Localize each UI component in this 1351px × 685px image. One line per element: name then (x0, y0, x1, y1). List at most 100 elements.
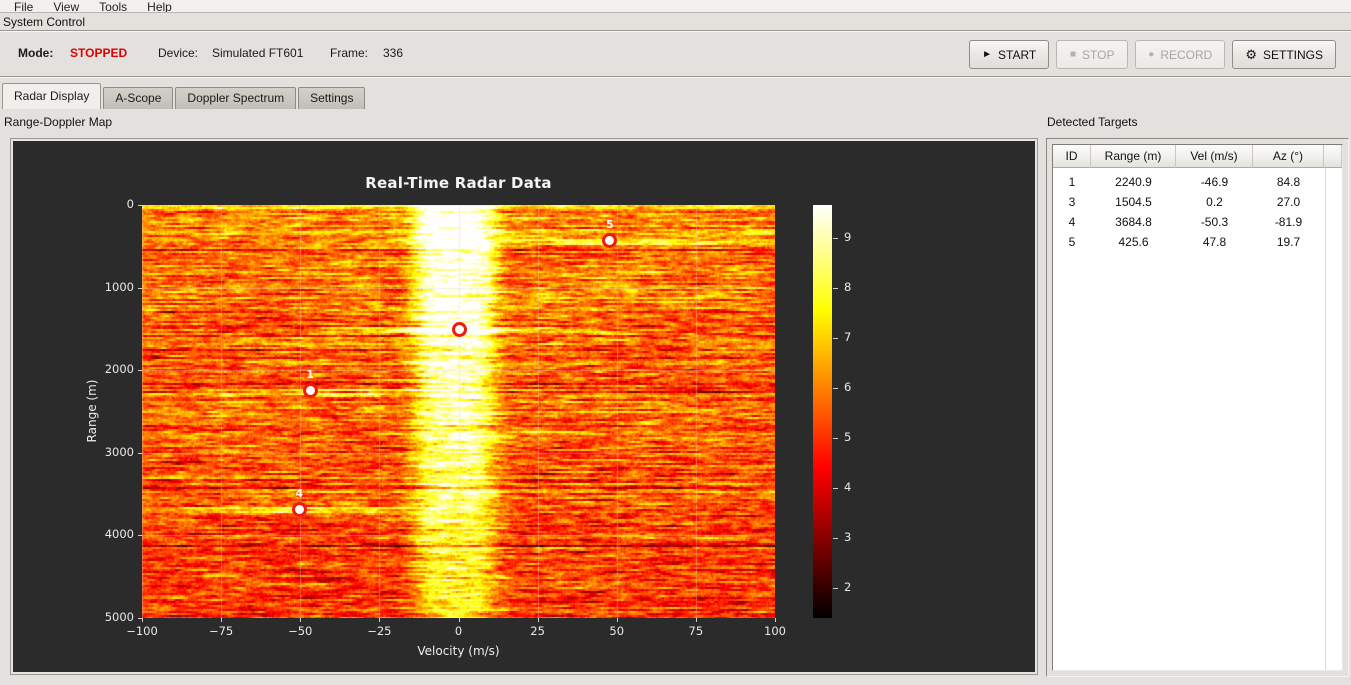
x-tick-label: −25 (367, 624, 392, 638)
target-marker (602, 232, 618, 248)
table-cell: 3684.8 (1115, 215, 1152, 229)
colorbar-tick-label: 7 (844, 329, 852, 344)
colorbar-tick-mark (833, 387, 838, 389)
button-label: START (998, 47, 1037, 62)
frame-label: Frame: (330, 46, 369, 60)
colorbar-tick-mark (833, 487, 838, 489)
menu-item-file[interactable]: File (4, 0, 43, 12)
table-row[interactable]: 4 3684.8 -50.3 -81.9 (1053, 212, 1342, 232)
table-row[interactable]: 3 1504.5 0.2 27.0 (1053, 192, 1342, 212)
record-icon: ● (1148, 48, 1155, 60)
stop-icon: ■ (1070, 48, 1077, 60)
radar-app-window: File View Tools Help System Control Mode: S… (0, 0, 1351, 685)
groupbox-bottom-border (0, 76, 1351, 78)
colorbar-tick-label: 3 (844, 529, 852, 544)
system-control-group-title: System Control (3, 15, 86, 29)
target-marker (291, 501, 307, 517)
table-cell: 27.0 (1276, 195, 1301, 209)
x-tick-mark (695, 618, 697, 622)
colorbar-tick-mark (833, 537, 838, 539)
x-tick-mark (300, 618, 302, 622)
y-tick-mark (138, 452, 142, 454)
colorbar (813, 205, 832, 618)
start-button[interactable]: ► START (969, 40, 1050, 69)
range-doppler-map-title: Range-Doppler Map (4, 115, 113, 129)
y-tick-mark (138, 535, 142, 537)
menu-item-help[interactable]: Help (137, 0, 182, 12)
y-tick-label: 0 (126, 197, 134, 211)
button-label: SETTINGS (1262, 47, 1323, 62)
x-tick-label: −50 (288, 624, 313, 638)
column-header-range-m[interactable]: Range (m) (1091, 145, 1176, 168)
colorbar-tick-mark (833, 437, 838, 439)
target-marker-label: 4 (295, 487, 304, 501)
column-header-id[interactable]: ID (1053, 145, 1091, 168)
table-header-row: ID Range (m) Vel (m/s) Az (°) (1053, 145, 1342, 168)
colorbar-tick-label: 2 (844, 579, 852, 594)
table-cell: -50.3 (1200, 215, 1229, 229)
detected-targets-panel: ID Range (m) Vel (m/s) Az (°) 1 2240.9 -46.9 8… (1046, 138, 1349, 677)
y-tick-label: 5000 (104, 610, 134, 624)
menu-item-view[interactable]: View (43, 0, 89, 12)
table-cell: 425.6 (1118, 235, 1149, 249)
x-tick-label: 75 (688, 624, 704, 638)
column-header-filler (1324, 145, 1342, 168)
tab-settings[interactable]: Settings (298, 87, 366, 109)
table-cell: 1504.5 (1115, 195, 1152, 209)
table-row[interactable]: 1 2240.9 -46.9 84.8 (1053, 172, 1342, 192)
colorbar-tick-label: 6 (844, 379, 852, 394)
x-tick-mark (458, 618, 460, 622)
range-doppler-panel: Real-Time Radar Data Velocity (m/s) Rang… (10, 138, 1038, 675)
colorbar-tick-label: 9 (844, 229, 852, 244)
colorbar-tick-mark (833, 287, 838, 289)
column-header-vel-m-s[interactable]: Vel (m/s) (1176, 145, 1253, 168)
menu-bar[interactable]: File View Tools Help (0, 0, 1351, 13)
stop-button: ■ STOP (1056, 40, 1129, 69)
y-tick-label: 1000 (104, 279, 134, 294)
colorbar-tick-mark (833, 237, 838, 239)
detected-targets-table[interactable]: ID Range (m) Vel (m/s) Az (°) 1 2240.9 -46.9 8… (1052, 144, 1343, 671)
tab-radar-display[interactable]: Radar Display (2, 83, 102, 109)
x-tick-mark (616, 618, 618, 622)
gear-icon: ⚙ (1245, 46, 1257, 62)
frame-counter: 336 (383, 46, 404, 60)
target-marker-label: 5 (605, 218, 614, 232)
menu-item-tools[interactable]: Tools (89, 0, 137, 12)
figure-title: Real-Time Radar Data (365, 174, 552, 192)
device-label: Device: (158, 46, 199, 60)
play-icon: ► (982, 48, 993, 60)
table-row[interactable]: 5 425.6 47.8 19.7 (1053, 232, 1342, 252)
device-value: Simulated FT601 (212, 46, 304, 60)
tab-doppler-spectrum[interactable]: Doppler Spectrum (175, 87, 297, 109)
colorbar-tick-mark (833, 587, 838, 589)
y-tick-label: 3000 (104, 444, 134, 459)
y-tick-mark (138, 618, 142, 619)
colorbar-tick-label: 4 (844, 479, 852, 494)
colorbar-tick-mark (833, 337, 838, 339)
tab-a-scope[interactable]: A-Scope (103, 87, 174, 109)
x-tick-label: −75 (208, 624, 234, 638)
x-tick-mark (537, 618, 539, 622)
column-header-az[interactable]: Az (°) (1253, 145, 1324, 168)
button-label: RECORD (1160, 47, 1213, 62)
mode-label: Mode: (18, 46, 54, 60)
x-tick-label: −100 (126, 624, 158, 638)
y-tick-mark (138, 205, 142, 206)
x-axis-label: Velocity (m/s) (417, 644, 500, 658)
detected-targets-title: Detected Targets (1047, 115, 1138, 129)
y-tick-mark (138, 370, 142, 372)
x-tick-label: 25 (530, 624, 545, 638)
table-cell: 47.8 (1202, 235, 1227, 249)
table-cell: -81.9 (1274, 215, 1303, 229)
table-cell: 4 (1068, 215, 1076, 229)
x-tick-mark (775, 618, 776, 622)
x-tick-label: 100 (764, 624, 786, 638)
x-tick-label: 50 (609, 624, 625, 638)
settings-button[interactable]: ⚙ SETTINGS (1232, 40, 1336, 69)
x-tick-mark (379, 618, 381, 622)
x-tick-label: 0 (454, 624, 463, 638)
table-cell: 3 (1068, 195, 1076, 209)
y-tick-label: 4000 (104, 527, 134, 542)
table-body: 1 2240.9 -46.9 84.8 3 1504.5 0.2 27.0 4 3684.8 -50… (1053, 168, 1342, 252)
radar-figure: Real-Time Radar Data Velocity (m/s) Rang… (13, 141, 1035, 672)
